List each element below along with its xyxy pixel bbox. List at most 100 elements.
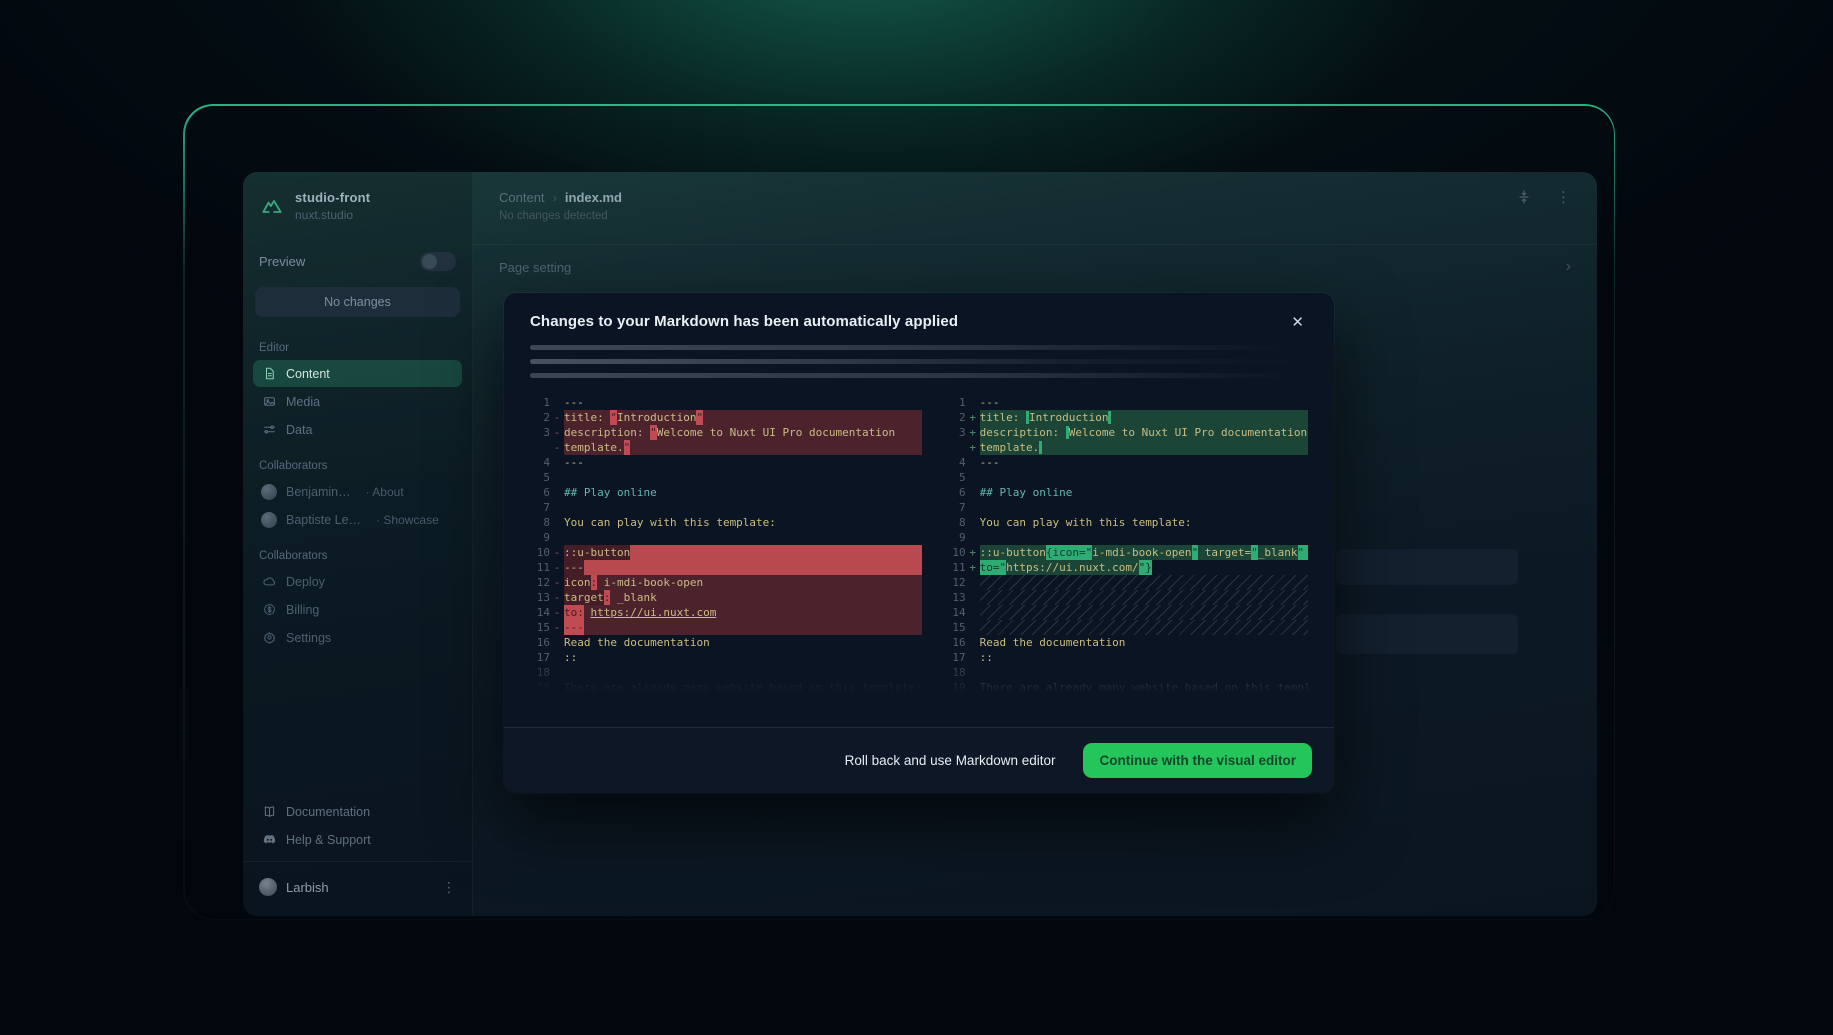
sliders-icon — [261, 422, 277, 438]
breadcrumb-file: index.md — [565, 190, 622, 205]
project-domain: nuxt.studio — [295, 208, 370, 222]
diff-line: 18 — [946, 665, 1308, 680]
sidebar-item-meta[interactable]: · About — [366, 485, 404, 499]
sidebar: studio-front nuxt.studio Preview No chan… — [243, 172, 473, 916]
document-icon — [261, 366, 277, 382]
section-label: Collaborators — [259, 550, 456, 562]
close-icon[interactable]: ✕ — [1287, 313, 1308, 332]
diff-line: 16Read the documentation — [946, 635, 1308, 650]
sidebar-item-deploy[interactable]: Deploy — [253, 568, 462, 595]
diff-line: 11---- — [530, 560, 922, 575]
collapse-vertical-icon[interactable] — [1516, 189, 1532, 205]
diff-line: 8You can play with this template: — [530, 515, 922, 530]
sidebar-item-label: Documentation — [286, 805, 370, 819]
sidebar-item-settings[interactable]: Settings — [253, 624, 462, 651]
sidebar-sections: Editor Content Media Data Collaborators Benja… — [243, 325, 472, 652]
diff-line: 12 — [946, 575, 1308, 590]
kebab-menu-icon[interactable]: ⋮ — [1556, 188, 1571, 206]
diff-line: 6## Play online — [946, 485, 1308, 500]
project-name: studio-front — [295, 190, 370, 205]
preview-toggle[interactable] — [420, 252, 456, 271]
diff-line: 17:: — [530, 650, 922, 665]
gear-icon — [261, 630, 277, 646]
diff-line: 5 — [530, 470, 922, 485]
rollback-button[interactable]: Roll back and use Markdown editor — [845, 753, 1056, 768]
user-avatar — [259, 878, 277, 896]
nuxt-studio-logo-icon — [259, 193, 285, 219]
skeleton-lines — [530, 345, 1308, 387]
sidebar-item-label: Media — [286, 395, 320, 409]
sidebar-item-label: Baptiste Le… — [286, 513, 361, 527]
modal-footer: Roll back and use Markdown editor Contin… — [504, 727, 1334, 793]
diff-line: 19There are already many website based o… — [946, 680, 1308, 695]
diff-pane-before: 1---2-title: "Introduction"3-description… — [530, 395, 922, 697]
sidebar-item-media[interactable]: Media — [253, 388, 462, 415]
no-changes-button[interactable]: No changes — [255, 287, 460, 317]
sidebar-item-label: Settings — [286, 631, 331, 645]
discord-icon — [261, 832, 277, 848]
modal-title: Changes to your Markdown has been automa… — [530, 313, 958, 330]
sidebar-item-benjamin[interactable]: Benjamin…· About — [253, 478, 462, 505]
toggle-knob — [422, 254, 437, 269]
sidebar-item-label: Deploy — [286, 575, 325, 589]
skeleton-bar — [530, 345, 1308, 350]
cloud-icon — [261, 574, 277, 590]
sidebar-item-helpsupport[interactable]: Help & Support — [253, 826, 462, 853]
diff-line: 11+to="https://ui.nuxt.com/"} — [946, 560, 1308, 575]
diff-line: 10+::u-button{icon="i-mdi-book-open" tar… — [946, 545, 1308, 560]
diff-line: 10-::u-button — [530, 545, 922, 560]
sidebar-item-content[interactable]: Content — [253, 360, 462, 387]
user-menu[interactable]: Larbish ⋮ — [243, 870, 472, 908]
diff-view: 1---2-title: "Introduction"3-description… — [530, 395, 1308, 697]
diff-line: 3-description: "Welcome to Nuxt UI Pro d… — [530, 425, 922, 440]
diff-line: 2+title: Introduction — [946, 410, 1308, 425]
markdown-changes-modal: Changes to your Markdown has been automa… — [504, 293, 1334, 793]
diff-line: 6## Play online — [530, 485, 922, 500]
diff-line: 15 — [946, 620, 1308, 635]
page-setting-row[interactable]: Page setting › — [473, 244, 1597, 289]
diff-line: 17:: — [946, 650, 1308, 665]
diff-line: 9 — [530, 530, 922, 545]
diff-line: 7 — [946, 500, 1308, 515]
diff-line: 18 — [530, 665, 922, 680]
changes-status: No changes detected — [499, 210, 1571, 222]
sidebar-item-billing[interactable]: Billing — [253, 596, 462, 623]
diff-line: 2-title: "Introduction" — [530, 410, 922, 425]
section-label: Editor — [259, 342, 456, 354]
diff-line: 1--- — [946, 395, 1308, 410]
chevron-right-icon: › — [553, 190, 557, 205]
dollar-icon — [261, 602, 277, 618]
sidebar-item-data[interactable]: Data — [253, 416, 462, 443]
image-icon — [261, 394, 277, 410]
project-header[interactable]: studio-front nuxt.studio — [243, 172, 472, 222]
sidebar-item-label: Billing — [286, 603, 319, 617]
diff-line: 1--- — [530, 395, 922, 410]
sidebar-item-baptistele[interactable]: Baptiste Le… · Showcase — [253, 506, 462, 533]
diff-line: 13-target: _blank — [530, 590, 922, 605]
continue-button[interactable]: Continue with the visual editor — [1083, 743, 1312, 778]
avatar-icon — [261, 512, 277, 528]
diff-line: 16Read the documentation — [530, 635, 922, 650]
diff-line: 14 — [946, 605, 1308, 620]
breadcrumb-section[interactable]: Content — [499, 190, 545, 205]
diff-line: 8You can play with this template: — [946, 515, 1308, 530]
kebab-menu-icon[interactable]: ⋮ — [442, 879, 456, 896]
diff-line: 15---- — [530, 620, 922, 635]
skeleton-bar — [530, 359, 1308, 364]
diff-line: 3+description: Welcome to Nuxt UI Pro do… — [946, 425, 1308, 440]
diff-line: 9 — [946, 530, 1308, 545]
sidebar-item-documentation[interactable]: Documentation — [253, 798, 462, 825]
diff-line: +template. — [946, 440, 1308, 455]
book-icon — [261, 804, 277, 820]
skeleton-bar — [530, 373, 1308, 378]
main-header: Content › index.md No changes detected — [473, 172, 1597, 222]
sidebar-bottom: Documentation Help & Support Larbish ⋮ — [243, 797, 472, 916]
diff-line: 4--- — [946, 455, 1308, 470]
sidebar-item-meta[interactable]: · Showcase — [376, 513, 439, 527]
divider — [243, 861, 472, 862]
diff-line: 5 — [946, 470, 1308, 485]
diff-line: -template." — [530, 440, 922, 455]
preview-label: Preview — [259, 254, 305, 269]
sidebar-item-label: Data — [286, 423, 312, 437]
sidebar-item-label: Content — [286, 367, 330, 381]
